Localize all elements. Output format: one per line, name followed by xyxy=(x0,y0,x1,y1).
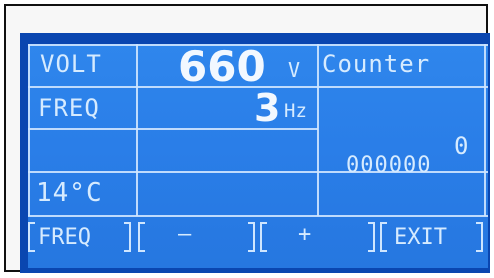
softkey-plus[interactable]: + xyxy=(298,222,311,247)
counter-digits: 000000 xyxy=(346,153,432,178)
softkey-freq[interactable]: FREQ xyxy=(38,225,91,250)
lcd-screen: VOLT 660 V Counter FREQ 3 Hz 0 000000 14… xyxy=(28,44,488,268)
counter-label: Counter xyxy=(322,50,431,78)
softkey-minus[interactable]: — xyxy=(178,222,191,247)
frequency-value: 3 xyxy=(254,86,281,130)
softkey-bracket xyxy=(248,222,255,252)
softkey-bracket xyxy=(138,222,145,252)
counter-value: 0 xyxy=(454,132,470,160)
softkey-bracket xyxy=(28,222,35,252)
grid-line-col2 xyxy=(317,44,319,216)
grid-line-row4 xyxy=(28,215,488,217)
voltage-unit: V xyxy=(288,58,301,82)
grid-line-left xyxy=(28,44,30,216)
grid-line-col1 xyxy=(136,44,138,216)
temperature-readout: 14°C xyxy=(36,178,103,208)
voltage-label: VOLT xyxy=(40,50,102,78)
grid-line-right xyxy=(484,44,486,216)
softkey-bracket xyxy=(368,222,375,252)
softkey-exit[interactable]: EXIT xyxy=(394,225,447,250)
voltage-value: 660 xyxy=(178,44,266,91)
frequency-unit: Hz xyxy=(284,100,307,122)
softkey-bracket xyxy=(260,222,267,252)
softkey-bracket xyxy=(124,222,131,252)
softkey-bracket xyxy=(476,222,483,252)
softkey-bracket xyxy=(380,222,387,252)
frequency-label: FREQ xyxy=(38,94,100,122)
